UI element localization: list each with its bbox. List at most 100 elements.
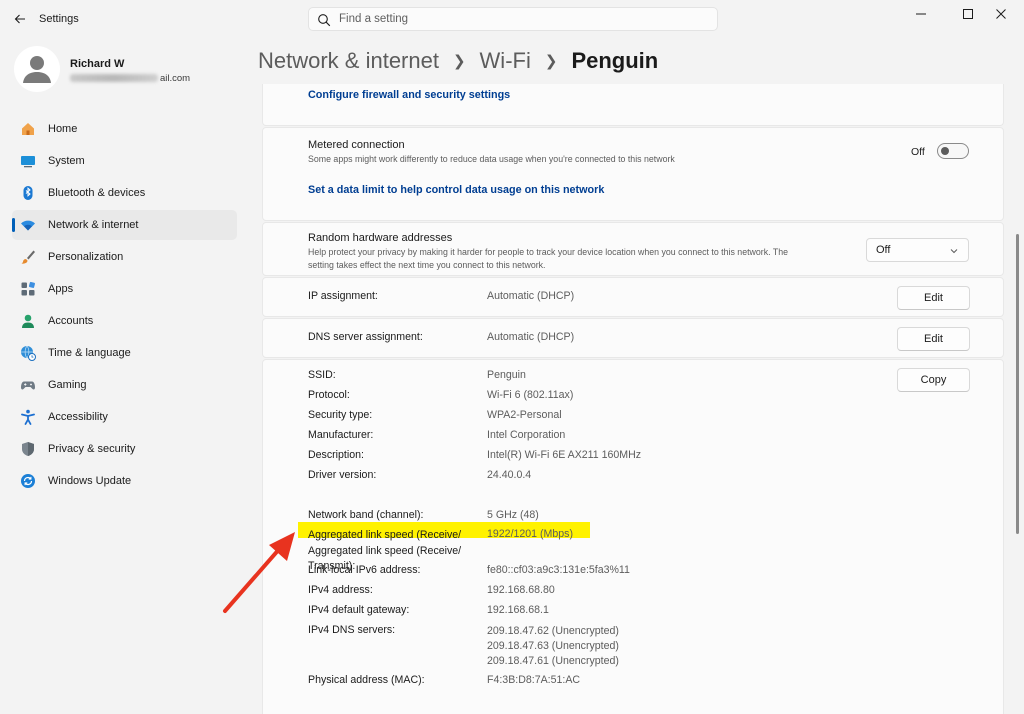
close-button[interactable] <box>978 0 1024 28</box>
user-email: ail.com <box>70 73 190 84</box>
driver-version-value: 24.40.0.4 <box>487 469 532 481</box>
user-name: Richard W <box>70 58 125 70</box>
breadcrumb: Network & internet ❯ Wi-Fi ❯ Penguin <box>258 45 658 77</box>
sidebar-item-personalization[interactable]: Personalization <box>12 242 237 272</box>
ip-assignment-card: IP assignment: Automatic (DHCP) Edit <box>262 277 1004 317</box>
link-speed-value: 1922/1201 (Mbps) <box>487 528 573 540</box>
home-icon <box>19 120 37 138</box>
security-type-value: WPA2-Personal <box>487 409 562 421</box>
sidebar-item-label: Privacy & security <box>48 443 136 455</box>
sidebar-item-apps[interactable]: Apps <box>12 274 237 304</box>
ipv4-label: IPv4 address: <box>308 584 373 596</box>
dns-assignment-value: Automatic (DHCP) <box>487 331 575 343</box>
sidebar-item-network[interactable]: Network & internet <box>12 210 237 240</box>
search-input[interactable] <box>339 10 699 28</box>
link-speed-label-first-line: Aggregated link speed (Receive/ <box>308 529 462 541</box>
sidebar-item-label: Home <box>48 123 78 135</box>
sidebar-item-windows-update[interactable]: Windows Update <box>12 466 237 496</box>
user-profile[interactable]: Richard W ail.com <box>14 46 234 96</box>
chevron-right-icon: ❯ <box>452 53 466 70</box>
copy-button[interactable]: Copy <box>897 368 970 392</box>
random-hardware-card: Random hardware addresses Help protect y… <box>262 222 1004 276</box>
maximize-icon <box>963 9 973 19</box>
network-band-value: 5 GHz (48) <box>487 509 539 521</box>
sidebar-item-label: Gaming <box>48 379 87 391</box>
scrollbar[interactable] <box>1016 234 1019 534</box>
back-arrow-icon <box>14 14 25 24</box>
search-box[interactable] <box>308 7 718 31</box>
sidebar-item-label: Bluetooth & devices <box>48 187 146 199</box>
sidebar-item-system[interactable]: System <box>12 146 237 176</box>
sidebar-item-bluetooth[interactable]: Bluetooth & devices <box>12 178 237 208</box>
system-icon <box>19 152 37 170</box>
network-band-label: Network band (channel): <box>308 509 424 521</box>
sidebar-item-time-language[interactable]: Time & language <box>12 338 237 368</box>
email-redaction <box>70 74 158 83</box>
sidebar-item-home[interactable]: Home <box>12 114 237 144</box>
mac-label: Physical address (MAC): <box>308 674 425 686</box>
dns-assignment-card: DNS server assignment: Automatic (DHCP) … <box>262 318 1004 358</box>
data-limit-link[interactable]: Set a data limit to help control data us… <box>308 184 604 196</box>
gateway-value: 192.168.68.1 <box>487 604 549 616</box>
sidebar-item-label: Network & internet <box>48 219 139 231</box>
sidebar-item-accessibility[interactable]: Accessibility <box>12 402 237 432</box>
brush-icon <box>19 248 37 266</box>
sidebar-item-label: Apps <box>48 283 74 295</box>
minimize-button[interactable] <box>898 0 944 28</box>
description-value: Intel(R) Wi-Fi 6E AX211 160MHz <box>487 449 642 461</box>
manufacturer-value: Intel Corporation <box>487 429 566 441</box>
metered-toggle[interactable] <box>937 143 969 159</box>
metered-toggle-label: Off <box>911 146 925 158</box>
search-icon <box>318 14 331 27</box>
driver-version-label: Driver version: <box>308 469 377 481</box>
random-hw-title: Random hardware addresses <box>308 232 453 244</box>
gamepad-icon <box>19 376 37 394</box>
manufacturer-label: Manufacturer: <box>308 429 374 441</box>
ip-assignment-value: Automatic (DHCP) <box>487 290 575 302</box>
ip-edit-button[interactable]: Edit <box>897 286 970 310</box>
sidebar-item-label: Personalization <box>48 251 124 263</box>
back-button[interactable] <box>10 9 30 29</box>
link-speed-highlight: Aggregated link speed (Receive/ 1922/120… <box>298 522 590 541</box>
sidebar-item-label: Windows Update <box>48 475 132 487</box>
firewall-card: Configure firewall and security settings <box>262 84 1004 126</box>
ssid-label: SSID: <box>308 369 336 381</box>
chevron-down-icon <box>950 249 958 254</box>
ip-assignment-label: IP assignment: <box>308 290 378 302</box>
breadcrumb-wifi[interactable]: Wi-Fi <box>480 48 531 74</box>
page-title: Penguin <box>571 48 659 73</box>
random-hw-dropdown[interactable]: Off <box>866 238 969 262</box>
bluetooth-icon <box>19 184 37 202</box>
accounts-icon <box>19 312 37 330</box>
wifi-icon <box>19 216 37 234</box>
dns-edit-button[interactable]: Edit <box>897 327 970 351</box>
apps-icon <box>19 280 37 298</box>
avatar <box>14 46 60 92</box>
dns-servers-label: IPv4 DNS servers: <box>308 624 396 636</box>
sidebar-item-label: Time & language <box>48 347 131 359</box>
shield-icon <box>19 440 37 458</box>
firewall-link[interactable]: Configure firewall and security settings <box>308 89 510 101</box>
ssid-value: Penguin <box>487 369 526 381</box>
globe-clock-icon <box>19 344 37 362</box>
sidebar-item-label: Accessibility <box>48 411 108 423</box>
person-icon <box>23 56 51 83</box>
random-hw-description: Help protect your privacy by making it h… <box>308 247 789 270</box>
gateway-label: IPv4 default gateway: <box>308 604 410 616</box>
annotation-arrow <box>223 532 295 613</box>
sidebar-item-label: System <box>48 155 85 167</box>
protocol-value: Wi-Fi 6 (802.11ax) <box>487 389 574 401</box>
sidebar-item-privacy-security[interactable]: Privacy & security <box>12 434 237 464</box>
minimize-icon <box>916 13 926 15</box>
sidebar-item-accounts[interactable]: Accounts <box>12 306 237 336</box>
metered-title: Metered connection <box>308 139 405 151</box>
chevron-right-icon: ❯ <box>544 53 558 70</box>
app-title: Settings <box>39 13 79 25</box>
breadcrumb-network[interactable]: Network & internet <box>258 48 439 74</box>
sidebar-item-gaming[interactable]: Gaming <box>12 370 237 400</box>
accessibility-icon <box>19 408 37 426</box>
description-label: Description: <box>308 449 364 461</box>
security-type-label: Security type: <box>308 409 373 421</box>
dns-servers-value: 209.18.47.62 (Unencrypted) 209.18.47.63 … <box>487 625 619 667</box>
ipv4-value: 192.168.68.80 <box>487 584 555 596</box>
